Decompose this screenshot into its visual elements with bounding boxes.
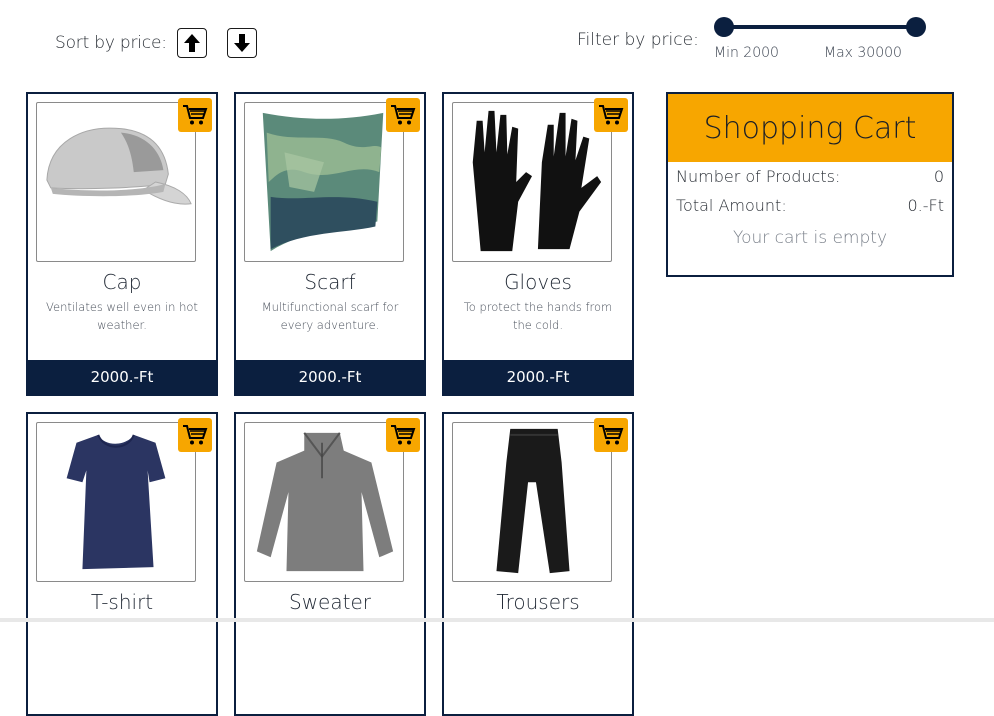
product-image bbox=[452, 102, 612, 262]
add-to-cart-button[interactable] bbox=[386, 98, 420, 132]
product-image bbox=[244, 102, 404, 262]
arrow-up-icon bbox=[183, 34, 200, 52]
product-name: Gloves bbox=[504, 270, 572, 294]
product-image bbox=[36, 422, 196, 582]
product-image bbox=[452, 422, 612, 582]
slider-min-handle[interactable] bbox=[714, 17, 734, 37]
add-to-cart-button[interactable] bbox=[178, 98, 212, 132]
product-description: Multifunctional scarf for every adventur… bbox=[261, 300, 399, 332]
product-card: T-shirt bbox=[26, 412, 218, 716]
slider-max-handle[interactable] bbox=[906, 17, 926, 37]
cart-icon bbox=[183, 105, 208, 125]
product-price: 2000.-Ft bbox=[236, 360, 424, 394]
scarf-image bbox=[262, 112, 384, 252]
product-name: T-shirt bbox=[90, 590, 154, 614]
cart-icon bbox=[391, 425, 416, 445]
product-name: Cap bbox=[102, 270, 142, 294]
trousers-image bbox=[496, 428, 570, 574]
slider-track[interactable] bbox=[724, 25, 916, 29]
add-to-cart-button[interactable] bbox=[386, 418, 420, 452]
tshirt-image bbox=[66, 434, 166, 570]
product-image bbox=[244, 422, 404, 582]
cap-image bbox=[46, 127, 192, 205]
product-image bbox=[36, 102, 196, 262]
product-description: To protect the hands from the cold. bbox=[463, 300, 613, 332]
product-name: Scarf bbox=[304, 270, 356, 294]
product-description: Ventilates well even in hot weather. bbox=[46, 300, 198, 332]
sweater-image bbox=[256, 432, 394, 572]
product-price: 2000.-Ft bbox=[444, 360, 632, 394]
add-to-cart-button[interactable] bbox=[178, 418, 212, 452]
cart-title: Shopping Cart bbox=[668, 94, 952, 162]
cart-total-value: 0.-Ft bbox=[907, 196, 944, 215]
product-name: Sweater bbox=[289, 590, 371, 614]
product-card: Gloves To protect the hands from the col… bbox=[442, 92, 634, 396]
product-card: Scarf Multifunctional scarf for every ad… bbox=[234, 92, 426, 396]
product-card: Sweater bbox=[234, 412, 426, 716]
slider-min-label: Min 2000 bbox=[714, 45, 779, 61]
add-to-cart-button[interactable] bbox=[594, 98, 628, 132]
cart-count-label: Number of Products: bbox=[676, 167, 841, 186]
product-card: Cap Ventilates well even in hot weather.… bbox=[26, 92, 218, 396]
add-to-cart-button[interactable] bbox=[594, 418, 628, 452]
filter-label: Filter by price: bbox=[577, 30, 699, 50]
sort-controls: Sort by price: bbox=[55, 28, 257, 58]
cart-total-label: Total Amount: bbox=[676, 196, 787, 215]
cart-icon bbox=[391, 105, 416, 125]
cart-icon bbox=[599, 425, 624, 445]
sort-ascending-button[interactable] bbox=[176, 28, 207, 58]
product-price: 2000.-Ft bbox=[28, 360, 216, 394]
cart-empty-message: Your cart is empty bbox=[732, 228, 888, 248]
slider-max-label: Max 30000 bbox=[824, 45, 902, 61]
shopping-cart-panel: Shopping Cart Number of Products: 0 Tota… bbox=[666, 92, 954, 277]
horizontal-scrollbar[interactable] bbox=[0, 618, 994, 622]
price-range-slider[interactable] bbox=[714, 17, 926, 37]
cart-total-row: Total Amount: 0.-Ft bbox=[668, 191, 952, 220]
arrow-down-icon bbox=[233, 34, 250, 52]
cart-icon bbox=[599, 105, 624, 125]
cart-count-row: Number of Products: 0 bbox=[668, 162, 952, 191]
cart-count-value: 0 bbox=[933, 167, 944, 186]
sort-label: Sort by price: bbox=[55, 33, 167, 53]
cart-icon bbox=[183, 425, 208, 445]
sort-descending-button[interactable] bbox=[226, 28, 257, 58]
product-card: Trousers bbox=[442, 412, 634, 716]
gloves-image bbox=[472, 110, 602, 252]
product-name: Trousers bbox=[496, 590, 580, 614]
